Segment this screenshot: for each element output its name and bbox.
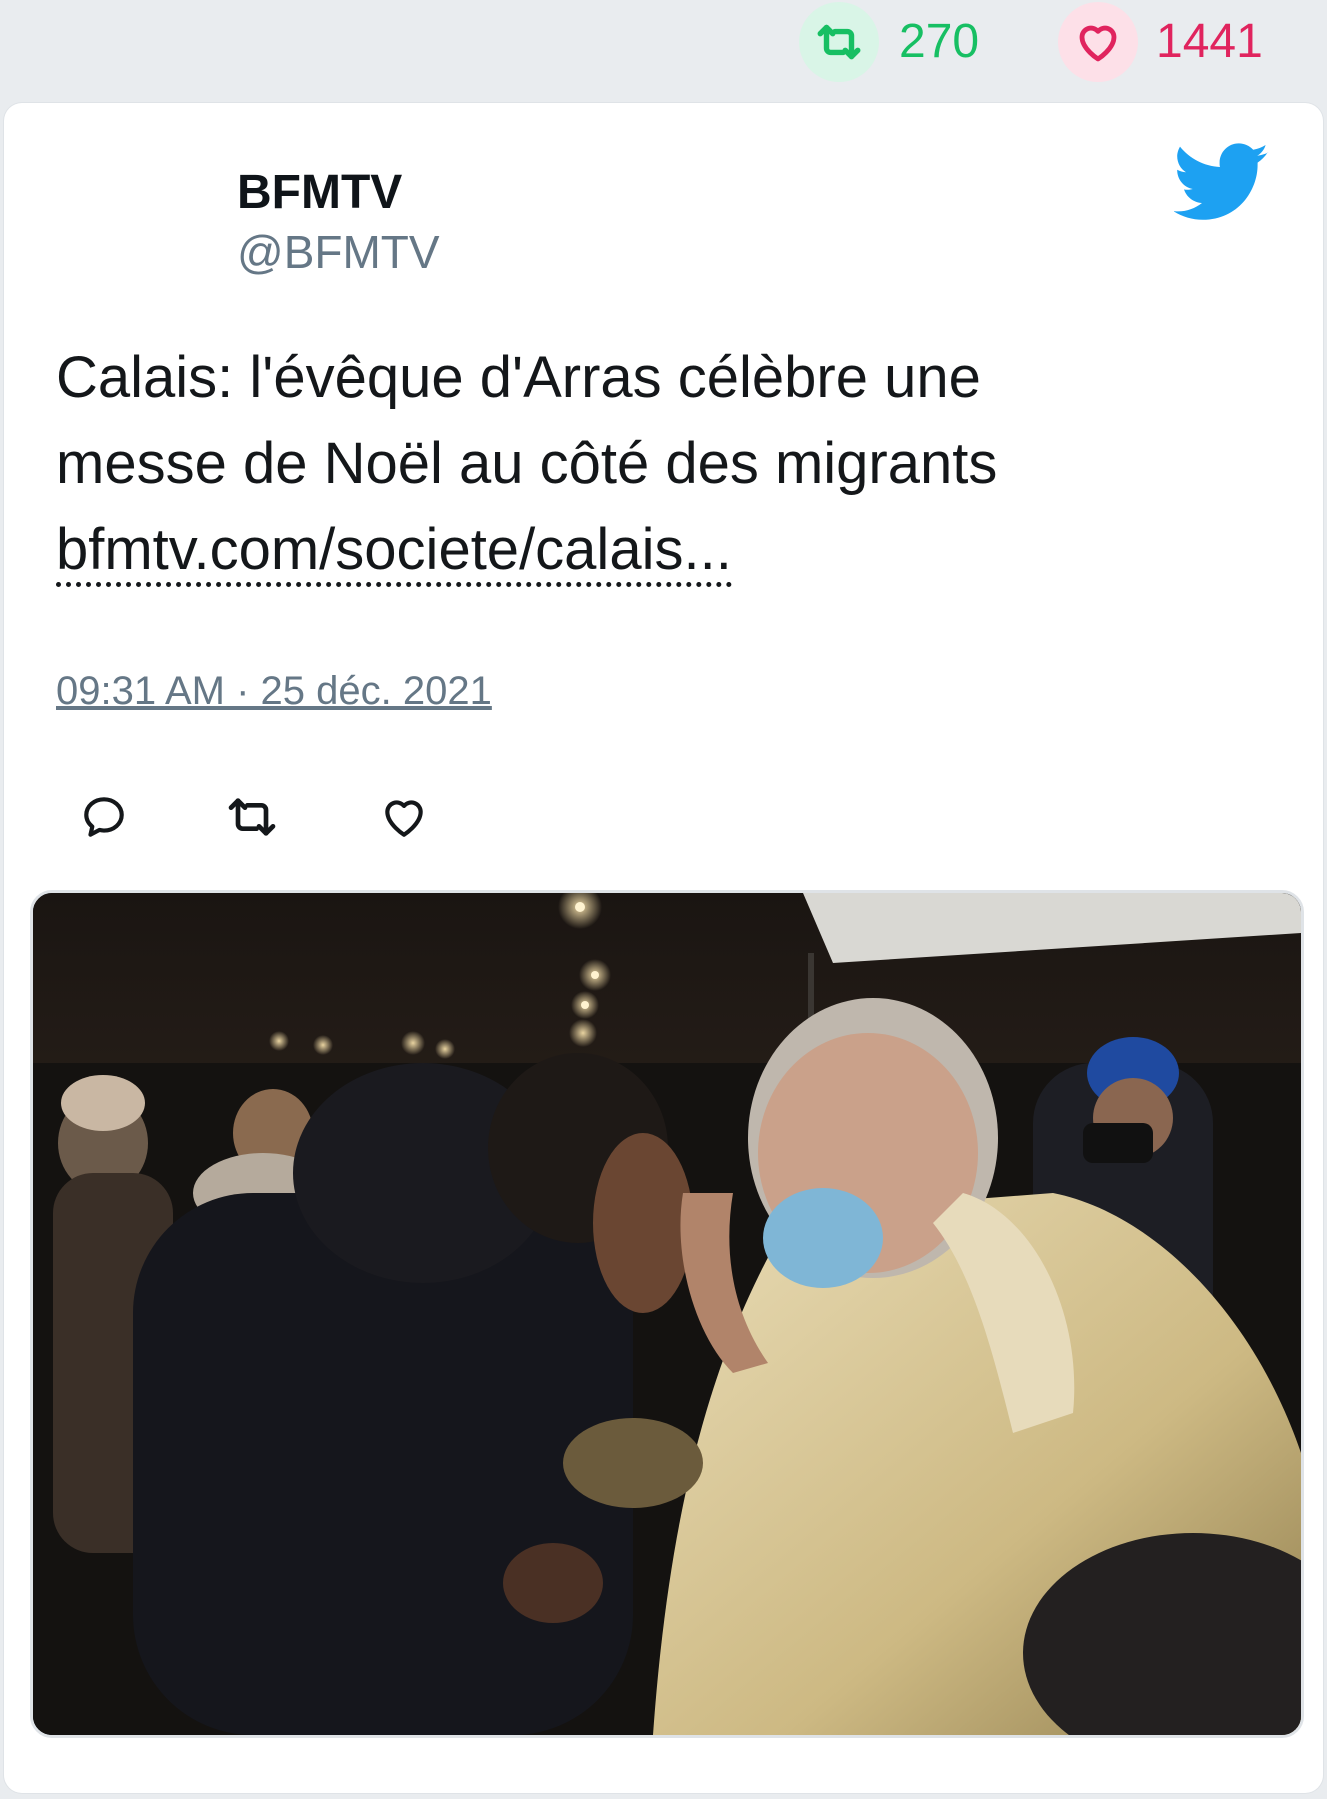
retweet-icon bbox=[799, 2, 879, 82]
photo-illustration bbox=[33, 893, 1301, 1735]
retweet-button[interactable] bbox=[222, 789, 282, 849]
tweet-photo[interactable] bbox=[30, 890, 1304, 1738]
retweet-icon bbox=[224, 789, 280, 850]
retweet-stat[interactable]: 270 bbox=[799, 2, 979, 82]
like-stat[interactable]: 1441 bbox=[1058, 2, 1263, 82]
twitter-bird-icon[interactable] bbox=[1173, 143, 1270, 228]
like-icon bbox=[379, 792, 429, 847]
tweet-card: BFMTV @BFMTV Calais: l'évêque d'Arras cé… bbox=[4, 103, 1323, 1793]
tweet-timestamp[interactable]: 09:31 AM · 25 déc. 2021 bbox=[56, 669, 492, 714]
reply-button[interactable] bbox=[74, 789, 134, 849]
author-name[interactable]: BFMTV bbox=[237, 165, 402, 220]
retweet-count: 270 bbox=[899, 15, 980, 68]
tweet-text-line: messe de Noël au côté des migrants bbox=[56, 431, 998, 496]
heart-icon bbox=[1058, 2, 1138, 82]
tweet-text: Calais: l'évêque d'Arras célèbre une mes… bbox=[56, 335, 1256, 593]
author-handle[interactable]: @BFMTV bbox=[237, 225, 440, 279]
reply-icon bbox=[79, 792, 129, 847]
like-count: 1441 bbox=[1156, 15, 1263, 68]
tweet-text-line: Calais: l'évêque d'Arras célèbre une bbox=[56, 345, 981, 410]
article-link[interactable]: bfmtv.com/societe/calais... bbox=[56, 517, 732, 587]
like-button[interactable] bbox=[374, 789, 434, 849]
engagement-stats: 270 1441 bbox=[0, 0, 1327, 100]
